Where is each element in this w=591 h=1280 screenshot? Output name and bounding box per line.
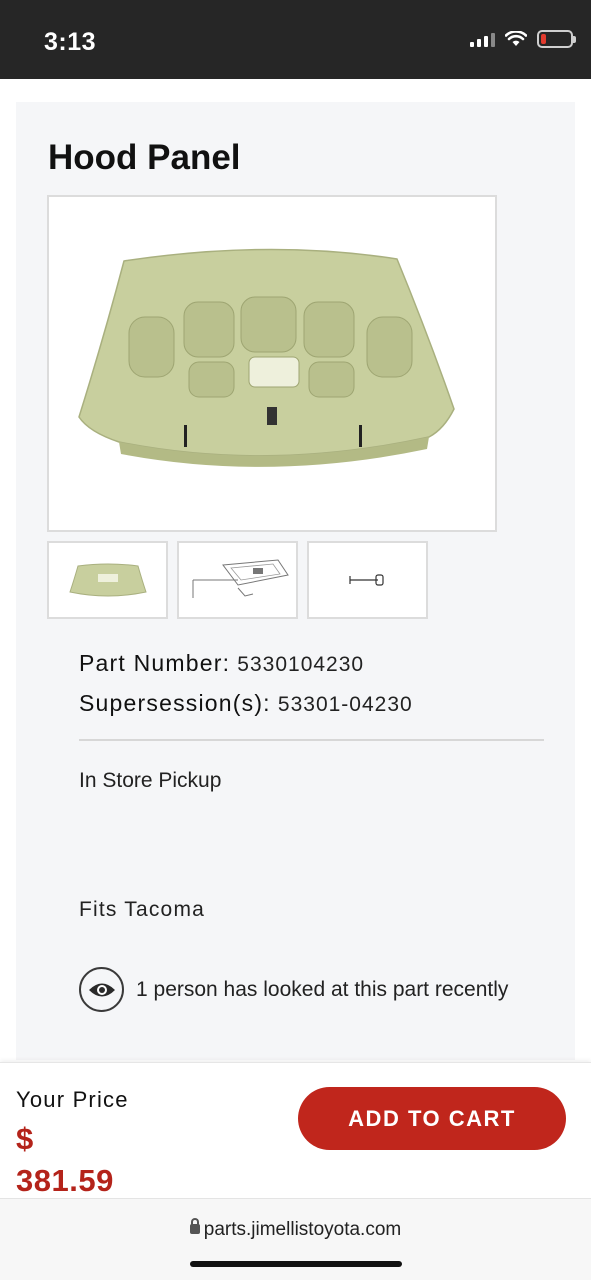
part-number-row: Part Number: 5330104230 [79,649,413,689]
price-bar: Your Price $ 381.59 ADD TO CART [0,1062,591,1198]
recent-views-text: 1 person has looked at this part recentl… [136,977,509,1001]
product-card: Hood Panel Part Number: 5330104230 Super… [16,102,575,1060]
signal-icon [470,31,495,47]
add-to-cart-button[interactable]: ADD TO CART [298,1087,566,1150]
lock-icon [189,1217,200,1234]
wifi-icon [505,31,527,46]
thumbnail-photo[interactable] [47,541,168,619]
status-bar: 3:13 [0,0,591,79]
supersession-value: 53301-04230 [277,693,413,716]
thumbnail-part-detail[interactable] [307,541,428,619]
part-number-value: 5330104230 [237,653,365,676]
status-icons [470,30,576,48]
fitment-text: Fits Tacoma [79,898,206,921]
price-label: Your Price [16,1087,129,1112]
battery-icon [537,30,576,48]
part-number-label: Part Number: [79,650,231,676]
product-main-image[interactable] [47,195,497,532]
pickup-option: In Store Pickup [79,769,222,792]
supersession-label: Supersession(s): [79,690,271,716]
thumbnail-strip [47,541,428,619]
status-time: 3:13 [44,28,97,56]
supersession-row: Supersession(s): 53301-04230 [79,689,413,729]
divider [79,739,544,741]
url-display[interactable]: parts.jimellistoyota.com [0,1217,591,1241]
thumbnail-diagram[interactable] [177,541,298,619]
eye-icon [79,967,124,1012]
part-meta: Part Number: 5330104230 Supersession(s):… [79,649,413,729]
home-indicator[interactable] [190,1261,402,1267]
price-currency: $ [16,1121,34,1156]
browser-url-bar: parts.jimellistoyota.com [0,1198,591,1280]
url-text: parts.jimellistoyota.com [203,1219,402,1240]
page-title: Hood Panel [48,138,241,177]
price-amount: 381.59 [16,1163,114,1198]
recent-views-notice: 1 person has looked at this part recentl… [79,967,508,1012]
